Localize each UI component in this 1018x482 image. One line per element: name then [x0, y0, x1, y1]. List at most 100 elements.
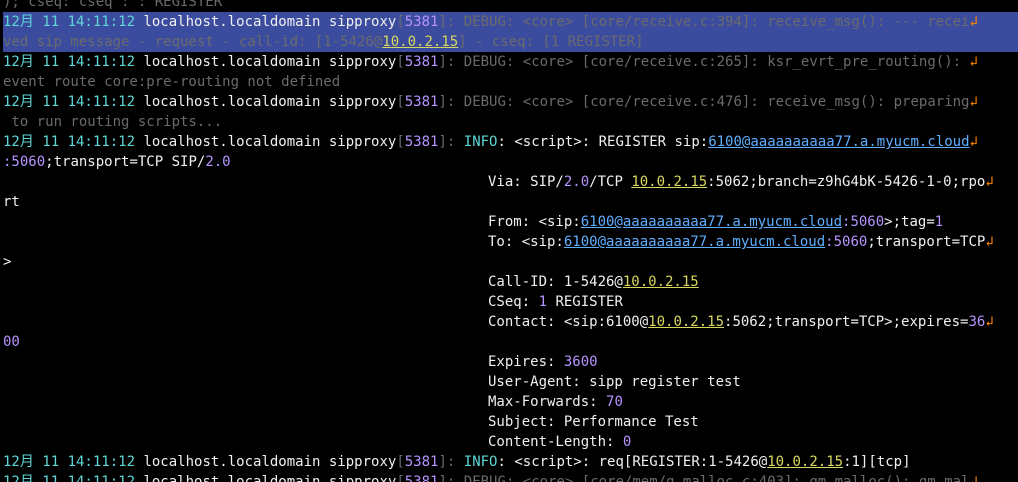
- log-number: :5060: [3, 154, 46, 170]
- log-bracket: ]:: [438, 134, 464, 150]
- log-debug-text: DEBUG: <core> [core/receive.c:394]: rece…: [463, 14, 970, 30]
- ip-address-link[interactable]: 10.0.2.15: [623, 274, 699, 290]
- log-debug-text: event route core:pre-routing not defined: [3, 74, 341, 90]
- sip-uri-link[interactable]: 6100@aaaaaaaaaa77.a.myucm.cloud: [564, 234, 825, 250]
- log-line: rt: [3, 192, 1018, 212]
- log-number: 5381: [404, 54, 439, 70]
- log-text: ;transport=TCP SIP/: [45, 154, 206, 170]
- log-number: 5381: [404, 94, 439, 110]
- log-line: 12月 11 14:11:12 localhost.localdomain si…: [3, 52, 1018, 72]
- log-debug-text: DEBUG: <core> [core/receive.c:265]: ksr_…: [463, 54, 970, 70]
- log-debug-text: ] - cseq: [1 REGISTER]: [458, 34, 644, 50]
- terminal-window[interactable]: ); cseq: cseq : : REGISTER 12月 11 14:11:1…: [0, 0, 1018, 482]
- log-bracket: ]:: [438, 14, 464, 30]
- log-text: To: <sip:: [488, 234, 564, 250]
- log-text: : <script>: REGISTER sip:: [497, 134, 709, 150]
- line-wrap-icon: ↲: [969, 14, 978, 30]
- log-debug-text: to run routing scripts...: [3, 114, 223, 130]
- log-text: Max-Forwards:: [488, 394, 607, 410]
- log-text: Call-ID: 1-5426@: [488, 274, 623, 290]
- line-wrap-icon: ↲: [969, 134, 978, 150]
- log-line: Content-Length: 0: [3, 432, 1018, 452]
- sip-uri-link[interactable]: 6100@aaaaaaaaaa77.a.myucm.cloud: [581, 214, 842, 230]
- log-text: /TCP: [589, 174, 632, 190]
- log-text: ;transport=TCP: [867, 234, 986, 250]
- log-text: Via: SIP/: [488, 174, 564, 190]
- log-number: 36: [968, 314, 986, 330]
- line-wrap-icon: ↲: [969, 94, 978, 110]
- log-number: :5060: [842, 214, 885, 230]
- ip-address-link[interactable]: 10.0.2.15: [648, 314, 724, 330]
- log-line: to run routing scripts...: [3, 112, 1018, 132]
- log-bracket: [: [396, 474, 405, 482]
- log-bracket: ]:: [438, 474, 464, 482]
- log-line: Max-Forwards: 70: [3, 392, 1018, 412]
- log-text: : <script>: req[REGISTER:1-5426@: [497, 454, 768, 470]
- log-number: 1: [934, 214, 944, 230]
- log-bracket: [: [396, 54, 405, 70]
- log-header: 12月 11 14:11:12 localhost.localdomain si…: [3, 14, 397, 30]
- log-text: Subject: Performance Test: [488, 414, 699, 430]
- log-number: 70: [606, 394, 623, 410]
- log-line: >: [3, 252, 1018, 272]
- log-bracket: ); cseq: cseq : : REGISTER: [3, 0, 223, 10]
- log-number: :5060: [825, 234, 868, 250]
- log-line-selected: ved sip message - request - call-id: [1-…: [3, 32, 1018, 52]
- log-line: ); cseq: cseq : : REGISTER: [3, 0, 1018, 12]
- log-text: From: <sip:: [488, 214, 581, 230]
- log-number: 2.0: [563, 174, 590, 190]
- ip-address-link[interactable]: 10.0.2.15: [767, 454, 843, 470]
- log-line: Call-ID: 1-5426@10.0.2.15: [3, 272, 1018, 292]
- log-line: CSeq: 1 REGISTER: [3, 292, 1018, 312]
- log-text: Content-Length:: [488, 434, 623, 450]
- ip-address-link[interactable]: 10.0.2.15: [382, 34, 458, 50]
- log-text: Expires:: [488, 354, 564, 370]
- log-number: 5381: [404, 474, 439, 482]
- log-line: :5060;transport=TCP SIP/2.0: [3, 152, 1018, 172]
- log-level: INFO: [463, 454, 498, 470]
- log-number: 1: [538, 294, 548, 310]
- log-text: :5062;branch=z9hG4bK-5426-1-0;rpo: [707, 174, 986, 190]
- log-header: 12月 11 14:11:12 localhost.localdomain si…: [3, 474, 397, 482]
- log-bracket: ]:: [438, 454, 464, 470]
- ip-address-link[interactable]: 10.0.2.15: [631, 174, 707, 190]
- log-debug-text: DEBUG: <core> [core/receive.c:476]: rece…: [463, 94, 970, 110]
- log-line: Contact: <sip:6100@10.0.2.15:5062;transp…: [3, 312, 1018, 332]
- log-number: 5381: [404, 14, 439, 30]
- log-text: rt: [3, 194, 20, 210]
- log-line: event route core:pre-routing not defined: [3, 72, 1018, 92]
- log-header: 12月 11 14:11:12 localhost.localdomain si…: [3, 454, 397, 470]
- log-line: Via: SIP/2.0/TCP 10.0.2.15:5062;branch=z…: [3, 172, 1018, 192]
- line-wrap-icon: ↲: [985, 174, 994, 190]
- log-text: :1][tcp]: [843, 454, 911, 470]
- log-text: User-Agent: sipp register test: [488, 374, 741, 390]
- log-text: REGISTER: [547, 294, 623, 310]
- log-bracket: [: [396, 454, 405, 470]
- log-bracket: [: [396, 14, 405, 30]
- log-debug-text: DEBUG: <core> [core/mem/q_malloc.c:403]:…: [463, 474, 970, 482]
- log-line: 12月 11 14:11:12 localhost.localdomain si…: [3, 452, 1018, 472]
- log-line: To: <sip:6100@aaaaaaaaaa77.a.myucm.cloud…: [3, 232, 1018, 252]
- line-wrap-icon: ↲: [985, 234, 994, 250]
- log-text: CSeq:: [488, 294, 539, 310]
- line-wrap-icon: ↲: [969, 54, 978, 70]
- log-number: 2.0: [205, 154, 231, 170]
- log-number: 5381: [404, 454, 439, 470]
- log-bracket: ]:: [438, 94, 464, 110]
- log-header: 12月 11 14:11:12 localhost.localdomain si…: [3, 134, 397, 150]
- log-line: 12月 11 14:11:12 localhost.localdomain si…: [3, 132, 1018, 152]
- log-line: 12月 11 14:11:12 localhost.localdomain si…: [3, 472, 1018, 482]
- log-number: 5381: [404, 134, 439, 150]
- log-bracket: [: [396, 94, 405, 110]
- log-line: Expires: 3600: [3, 352, 1018, 372]
- log-line: From: <sip:6100@aaaaaaaaaa77.a.myucm.clo…: [3, 212, 1018, 232]
- line-wrap-icon: ↲: [969, 474, 978, 482]
- sip-uri-link[interactable]: 6100@aaaaaaaaaa77.a.myucm.cloud: [708, 134, 969, 150]
- log-line: User-Agent: sipp register test: [3, 372, 1018, 392]
- log-line: 00: [3, 332, 1018, 352]
- log-text: :5062;transport=TCP>;expires=: [724, 314, 969, 330]
- log-text: >: [3, 254, 12, 270]
- log-line: 12月 11 14:11:12 localhost.localdomain si…: [3, 92, 1018, 112]
- log-text: Contact: <sip:6100@: [488, 314, 649, 330]
- line-wrap-icon: ↲: [985, 314, 994, 330]
